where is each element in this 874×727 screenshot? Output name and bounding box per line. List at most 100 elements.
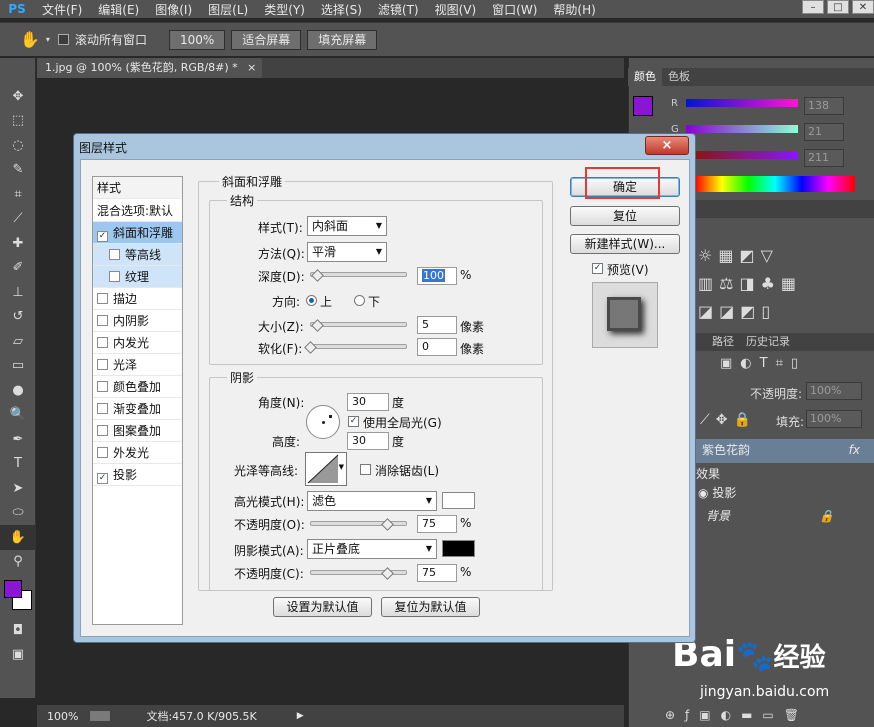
menu-filter[interactable]: 滤镜(T): [370, 1, 427, 18]
altitude-field[interactable]: 30: [347, 432, 389, 450]
window-close-button[interactable]: ✕: [852, 0, 874, 14]
quick-select-tool-icon[interactable]: ✎: [0, 158, 36, 183]
menu-help[interactable]: 帮助(H): [545, 1, 603, 18]
style-item-checkbox[interactable]: [109, 271, 120, 282]
pen-tool-icon[interactable]: ✒: [0, 427, 36, 452]
tab-history[interactable]: 历史记录: [740, 333, 796, 351]
zoom-100-button[interactable]: 100%: [168, 29, 226, 50]
shadow-mode-select[interactable]: 正片叠底 ▼: [307, 539, 437, 559]
g-value[interactable]: 21: [804, 123, 844, 141]
tab-paths[interactable]: 路径: [706, 333, 740, 351]
adjustment-icons-row2[interactable]: ▥⚖◨♣▦: [698, 274, 802, 293]
menu-view[interactable]: 视图(V): [427, 1, 485, 18]
style-item-checkbox[interactable]: [97, 381, 108, 392]
chevron-down-icon[interactable]: ▾: [46, 35, 50, 44]
layer-row-selected[interactable]: 紫色花韵 fx: [690, 439, 874, 463]
menu-image[interactable]: 图像(I): [147, 1, 200, 18]
style-item[interactable]: 图案叠加: [93, 420, 182, 442]
layer-filter-icons[interactable]: ▣◐T⌗▯: [720, 356, 806, 371]
global-light-checkbox[interactable]: ✓: [348, 416, 359, 427]
fill-value[interactable]: 100%: [806, 410, 862, 428]
menu-layer[interactable]: 图层(L): [200, 1, 256, 18]
adjustment-icons-row1[interactable]: ☼▦◩▽: [698, 246, 779, 265]
history-brush-tool-icon[interactable]: ↺: [0, 305, 36, 330]
highlight-opacity-field[interactable]: 75: [417, 515, 457, 533]
shadow-color-swatch[interactable]: [442, 540, 475, 557]
style-item[interactable]: ✓ 斜面和浮雕: [93, 222, 182, 244]
panel-foreground-swatch[interactable]: [633, 96, 653, 116]
layers-footer-icons[interactable]: ⊕ƒ▣◐▬▭🗑: [665, 708, 809, 722]
eye-icon[interactable]: ◉: [698, 486, 708, 500]
style-item-checkbox[interactable]: [97, 315, 108, 326]
fx-icon[interactable]: fx: [849, 439, 860, 461]
path-select-tool-icon[interactable]: ➤: [0, 476, 36, 501]
lasso-tool-icon[interactable]: ◌: [0, 133, 36, 158]
size-slider[interactable]: [310, 322, 407, 327]
menu-type[interactable]: 类型(Y): [256, 1, 313, 18]
blend-options-item[interactable]: 混合选项:默认: [93, 200, 182, 222]
angle-dial[interactable]: [306, 405, 340, 439]
b-slider[interactable]: [686, 151, 798, 159]
opacity-value[interactable]: 100%: [806, 382, 862, 400]
depth-slider[interactable]: [310, 272, 407, 277]
stamp-tool-icon[interactable]: ⊥: [0, 280, 36, 305]
dodge-tool-icon[interactable]: 🔍: [0, 403, 36, 428]
preview-checkbox[interactable]: ✓: [592, 263, 603, 274]
bevel-style-select[interactable]: 内斜面 ▼: [307, 216, 387, 236]
style-item-checkbox[interactable]: ✓: [97, 473, 108, 484]
style-item[interactable]: 颜色叠加: [93, 376, 182, 398]
reset-default-button[interactable]: 复位为默认值: [381, 597, 480, 617]
menu-select[interactable]: 选择(S): [313, 1, 370, 18]
tab-color[interactable]: 颜色: [628, 68, 662, 86]
adjustment-icons-row3[interactable]: ◪◪◩▯: [698, 302, 776, 321]
color-spectrum[interactable]: [695, 176, 855, 192]
soften-slider[interactable]: [310, 344, 407, 349]
eyedropper-tool-icon[interactable]: ⟋: [0, 207, 36, 232]
style-item-checkbox[interactable]: [109, 249, 120, 260]
fill-screen-button[interactable]: 填充屏幕: [307, 29, 378, 50]
shadow-opacity-field[interactable]: 75: [417, 564, 457, 582]
lock-icons[interactable]: ⟋✥🔒: [700, 412, 757, 428]
marquee-tool-icon[interactable]: ⬚: [0, 109, 36, 134]
style-item-checkbox[interactable]: [97, 447, 108, 458]
style-item-checkbox[interactable]: [97, 403, 108, 414]
b-value[interactable]: 211: [804, 149, 844, 167]
scroll-all-checkbox[interactable]: [57, 34, 69, 45]
close-tab-icon[interactable]: ×: [247, 61, 256, 74]
style-item[interactable]: ✓ 投影: [93, 464, 182, 486]
angle-field[interactable]: 30: [347, 393, 389, 411]
shape-tool-icon[interactable]: ⬭: [0, 501, 36, 526]
new-style-button[interactable]: 新建样式(W)...: [570, 234, 680, 254]
move-tool-icon[interactable]: ✥: [0, 84, 36, 109]
healing-tool-icon[interactable]: ✚: [0, 231, 36, 256]
style-item[interactable]: 渐变叠加: [93, 398, 182, 420]
style-item[interactable]: 光泽: [93, 354, 182, 376]
highlight-mode-select[interactable]: 滤色 ▼: [307, 491, 437, 511]
style-item-checkbox[interactable]: [97, 293, 108, 304]
minimize-button[interactable]: –: [802, 0, 824, 14]
style-item-checkbox[interactable]: [97, 337, 108, 348]
g-slider[interactable]: [686, 125, 798, 133]
style-item[interactable]: 纹理: [93, 266, 182, 288]
zoom-tool-icon[interactable]: ⚲: [0, 550, 36, 575]
fit-screen-button[interactable]: 适合屏幕: [231, 29, 302, 50]
direction-up-radio[interactable]: [306, 295, 317, 306]
background-layer-row[interactable]: 背景 🔒: [690, 505, 874, 527]
color-swatches[interactable]: [0, 574, 35, 618]
depth-field[interactable]: 100: [417, 267, 457, 285]
hand-tool-button-icon[interactable]: ✋: [0, 525, 36, 550]
make-default-button[interactable]: 设置为默认值: [273, 597, 372, 617]
r-value[interactable]: 138: [804, 97, 844, 115]
size-field[interactable]: 5: [417, 316, 457, 334]
style-item-checkbox[interactable]: [97, 359, 108, 370]
crop-tool-icon[interactable]: ⌗: [0, 182, 36, 207]
brush-tool-icon[interactable]: ✐: [0, 256, 36, 281]
dialog-close-button[interactable]: ×: [645, 136, 689, 155]
style-item[interactable]: 描边: [93, 288, 182, 310]
maximize-button[interactable]: □: [827, 0, 849, 14]
document-tab[interactable]: 1.jpg @ 100% (紫色花韵, RGB/8#) * ×: [37, 58, 262, 78]
layer-drop-shadow-row[interactable]: ◉ 投影: [690, 482, 874, 504]
gloss-contour-picker[interactable]: ▼: [305, 452, 347, 486]
type-tool-icon[interactable]: T: [0, 452, 36, 477]
quick-mask-icon[interactable]: ◘: [0, 618, 36, 643]
